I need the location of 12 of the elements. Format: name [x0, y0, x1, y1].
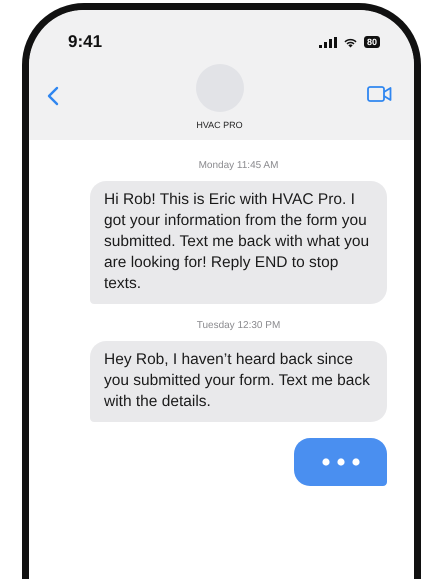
video-call-icon[interactable]: [367, 86, 392, 102]
message-timestamp: Tuesday 12:30 PM: [196, 320, 280, 331]
message-bubble: Hey Rob, I haven’t heard back since you submitted your form. Text me back with the details.: [90, 341, 387, 422]
typing-dots-icon: [322, 458, 360, 466]
back-icon[interactable]: [47, 86, 59, 106]
status-time: 9:41: [68, 32, 102, 52]
message-timestamp: Monday 11:45 AM: [198, 160, 278, 171]
battery-level: 80: [364, 36, 380, 48]
message-bubble: Hi Rob! This is Eric with HVAC Pro. I got your information from the form you submitted. Text me back with what you are looking for! Reply END to stop texts.: [90, 181, 387, 304]
signal-icon: [318, 36, 337, 48]
contact-name: HVAC PRO: [196, 120, 243, 130]
wifi-icon: [342, 36, 358, 48]
